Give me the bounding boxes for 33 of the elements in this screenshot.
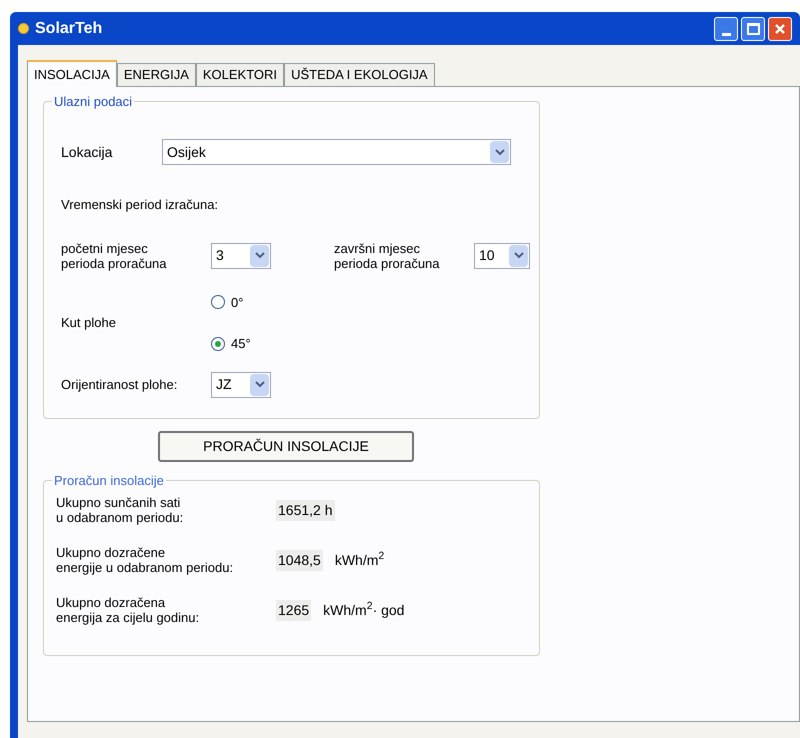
end-month-dropdown[interactable]: 10 [474,242,530,268]
result-unit: kWh/m$^{2}$· god [323,600,404,620]
result-label: Ukupno dozračene energije u odabranom periodu: [56,545,234,575]
result-value: 1048,5 [276,550,323,570]
maximize-button[interactable] [741,16,765,40]
orientation-label: Orijentiranost plohe: [61,376,178,394]
location-dropdown[interactable]: Osijek [162,139,511,165]
start-month-dropdown[interactable]: 3 [211,242,271,268]
result-label: Ukupno sunčanih sati u odabranom periodu: [56,495,184,525]
tab[interactable]: ENERGIJA [116,63,196,86]
orientation-dropdown[interactable]: JZ [211,372,271,398]
tab[interactable]: INSOLACIJA [27,60,117,87]
sun-icon [18,23,29,34]
tab[interactable]: UŠTEDA I EKOLOGIJA [284,63,435,86]
result-value: 1265 [276,600,312,620]
location-label: Lokacija [61,142,114,162]
period-heading: Vremenski period izračuna: [61,196,220,214]
radio-option[interactable]: 45° [211,334,251,354]
result-label: Ukupno dozračena energija za cijelu godinu: [56,595,200,625]
minimize-button[interactable] [714,16,738,40]
window-title: SolarTeh [35,18,102,38]
result-unit: kWh/m$^{2}$ [334,550,384,570]
radio-button[interactable] [211,336,225,351]
tab[interactable]: KOLEKTORI [196,63,284,86]
result-value: 1651,2 h [276,500,334,520]
radio-button[interactable] [211,295,225,310]
calculate-button[interactable]: PRORAČUN INSOLACIJE [158,431,414,462]
end-month-label: završni mjesec perioda proračuna [334,240,441,270]
angle-label: Kut plohe [61,314,117,332]
close-button[interactable] [768,16,792,40]
radio-option[interactable]: 0° [211,292,251,312]
start-month-label: početni mjesec perioda proračuna [61,240,168,270]
close-icon [774,22,786,34]
